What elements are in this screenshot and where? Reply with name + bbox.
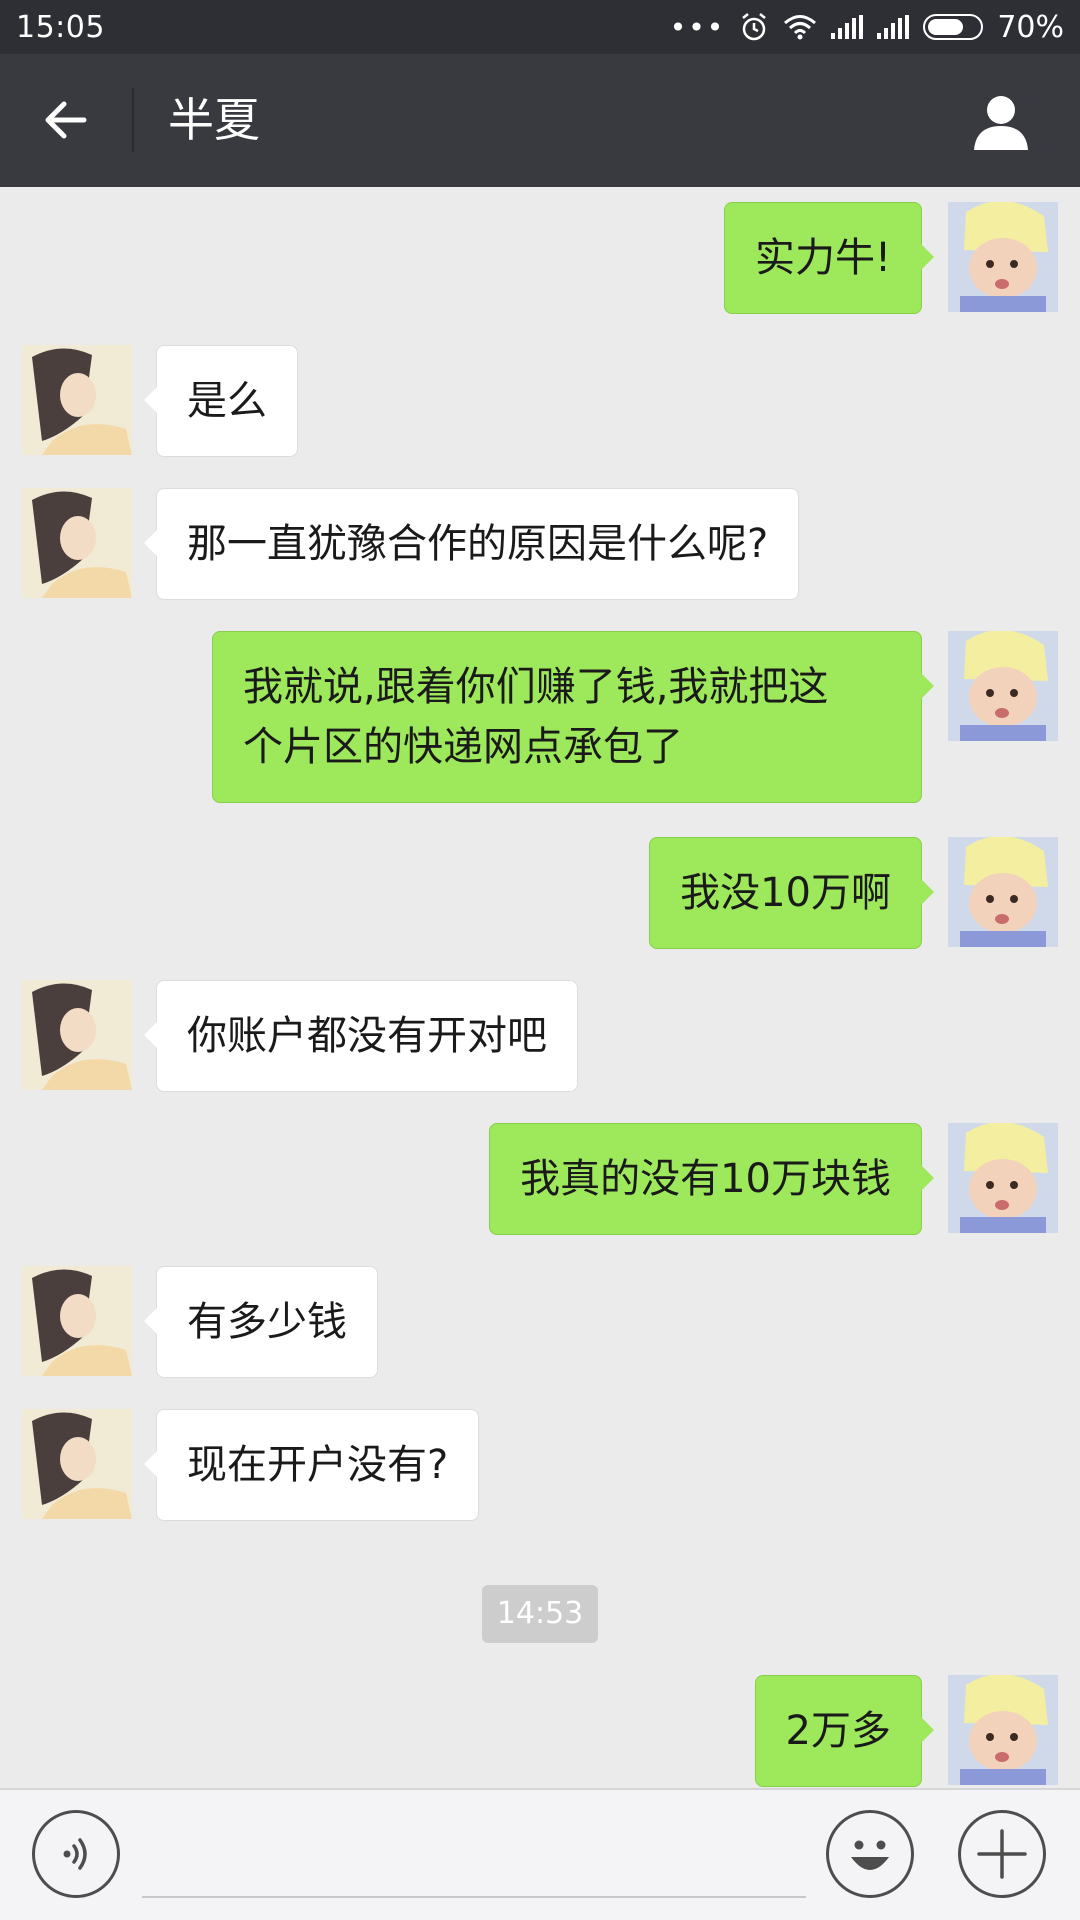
girl-avatar-image [22, 488, 132, 598]
chat-header: 半夏 [0, 54, 1080, 187]
person-icon [974, 96, 1028, 150]
plus-icon [977, 1829, 1027, 1879]
my-avatar[interactable] [948, 837, 1058, 947]
battery-percent: 70% [997, 9, 1064, 45]
baby-avatar-image [948, 1123, 1058, 1233]
message-bubble-received[interactable]: 现在开户没有? [143, 1409, 480, 1521]
girl-avatar-image [22, 980, 132, 1090]
baby-avatar-image [948, 202, 1058, 312]
message-bubble-received[interactable]: 是么 [144, 345, 298, 457]
girl-avatar-image [22, 1409, 132, 1519]
chat-info-button[interactable] [966, 86, 1036, 156]
message-bubble-sent[interactable]: 我真的没有10万块钱 [489, 1123, 934, 1235]
wifi-icon [784, 15, 817, 40]
message-bubble-received[interactable]: 你账户都没有开对吧 [144, 980, 578, 1092]
voice-icon [63, 1838, 87, 1870]
peer-avatar[interactable] [22, 1266, 132, 1376]
input-bar [0, 1788, 1080, 1920]
my-avatar[interactable] [948, 202, 1058, 312]
baby-avatar-image [948, 1675, 1058, 1785]
my-avatar[interactable] [948, 1123, 1058, 1233]
peer-avatar[interactable] [22, 1409, 132, 1519]
signal-icon [877, 15, 910, 39]
time-separator: 14:53 [482, 1585, 598, 1643]
emoji-icon [851, 1840, 889, 1870]
peer-avatar[interactable] [22, 488, 132, 598]
status-time: 15:05 [16, 9, 105, 45]
message-bubble-sent[interactable]: 2万多 [754, 1675, 935, 1787]
message-bubble-sent[interactable]: 我没10万啊 [649, 837, 934, 949]
more-indicator: ••• [669, 10, 726, 44]
voice-button[interactable] [32, 1810, 120, 1898]
message-bubble-sent[interactable]: 我就说,跟着你们赚了钱,我就把这 个片区的快递网点承包了 [212, 631, 934, 803]
emoji-button[interactable] [826, 1810, 914, 1898]
baby-avatar-image [948, 837, 1058, 947]
alarm-icon [742, 13, 767, 41]
message-bubble-sent[interactable]: 实力牛! [723, 202, 935, 314]
status-icons: ••• 70% [670, 10, 1064, 45]
status-bar: 15:05 ••• 70% [0, 0, 1080, 54]
message-list[interactable]: 实力牛! 是么 那一直犹豫合作的原因是什么呢? 我就说,跟着你们赚了钱,我就把这… [0, 187, 1080, 1788]
message-bubble-received[interactable]: 有多少钱 [144, 1266, 378, 1378]
chat-title: 半夏 [168, 93, 260, 147]
girl-avatar-image [22, 345, 132, 455]
baby-avatar-image [948, 631, 1058, 741]
back-button[interactable] [30, 84, 102, 156]
message-bubble-received[interactable]: 那一直犹豫合作的原因是什么呢? [143, 488, 800, 600]
more-button[interactable] [958, 1810, 1046, 1898]
peer-avatar[interactable] [22, 345, 132, 455]
signal-icon [831, 15, 864, 39]
my-avatar[interactable] [948, 1675, 1058, 1785]
header-divider [132, 88, 134, 152]
back-arrow-icon [45, 101, 87, 139]
battery-icon [923, 14, 984, 40]
my-avatar[interactable] [948, 631, 1058, 741]
peer-avatar[interactable] [22, 980, 132, 1090]
message-input[interactable] [142, 1810, 806, 1898]
girl-avatar-image [22, 1266, 132, 1376]
